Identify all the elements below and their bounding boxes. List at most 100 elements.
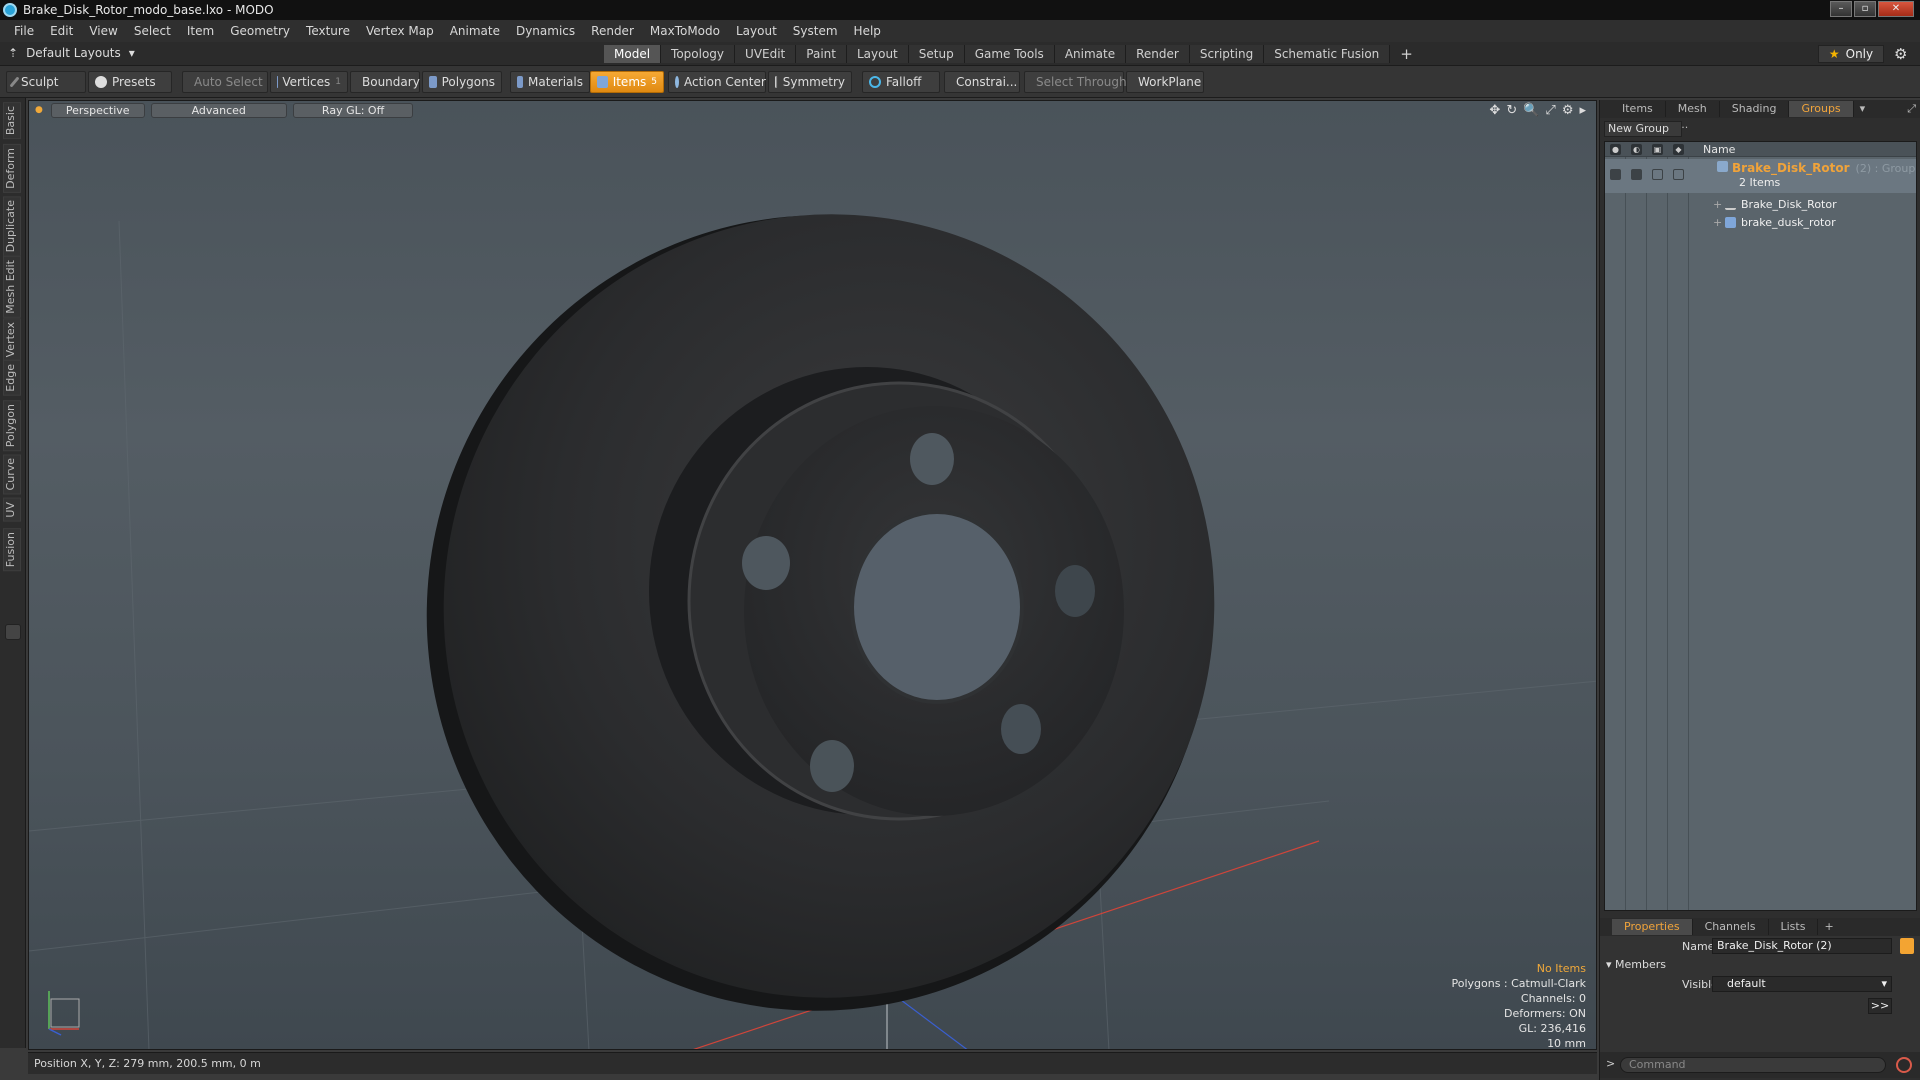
materials-button[interactable]: Materials <box>510 71 590 93</box>
symmetry-button[interactable]: Symmetry <box>768 71 852 93</box>
modo-logo-icon <box>3 3 17 17</box>
eye-icon[interactable]: ● <box>1610 144 1621 155</box>
lock-toggle-icon[interactable] <box>1652 169 1663 180</box>
new-group-button[interactable]: New Group <box>1604 121 1682 137</box>
left-tab-polygon[interactable]: Polygon <box>3 400 21 452</box>
items-button[interactable]: Items 5 <box>590 71 664 93</box>
only-button[interactable]: ★ Only <box>1818 45 1884 63</box>
menu-texture[interactable]: Texture <box>298 24 358 38</box>
layouts-dropdown[interactable]: ⇡ Default Layouts ▾ <box>8 46 135 60</box>
auto-select-button[interactable]: Auto Select <box>182 71 268 93</box>
fit-icon[interactable]: ⤢ <box>1545 103 1555 118</box>
raygl-button[interactable]: Ray GL: Off <box>292 103 414 118</box>
tab-uvedit[interactable]: UVEdit <box>735 45 797 63</box>
minimize-button[interactable]: – <box>1830 1 1852 17</box>
name-field[interactable]: Brake_Disk_Rotor (2) <box>1712 938 1892 954</box>
presets-button[interactable]: Presets <box>88 71 172 93</box>
panel-toggle-button[interactable] <box>5 624 21 640</box>
menu-help[interactable]: Help <box>846 24 889 38</box>
select-through-button[interactable]: Select Through <box>1024 71 1127 93</box>
menu-geometry[interactable]: Geometry <box>222 24 298 38</box>
tab-scripting[interactable]: Scripting <box>1189 45 1265 63</box>
zoom-icon[interactable]: 🔍 <box>1523 103 1539 118</box>
render-toggle-icon[interactable] <box>1631 169 1642 180</box>
action-center-button[interactable]: Action Center <box>668 71 766 93</box>
tree-row-group[interactable]: Brake_Disk_Rotor (2) : Group 2 Items <box>1605 159 1916 193</box>
expand-icon[interactable]: ⤢ <box>1901 101 1920 117</box>
left-tab-deform[interactable]: Deform <box>3 144 21 193</box>
tab-layout[interactable]: Layout <box>846 45 909 63</box>
lock-icon[interactable]: ▣ <box>1652 144 1663 155</box>
left-tab-fusion[interactable]: Fusion <box>3 528 21 572</box>
tab-game-tools[interactable]: Game Tools <box>964 45 1055 63</box>
tab-paint[interactable]: Paint <box>796 45 847 63</box>
render-icon[interactable]: ◐ <box>1631 144 1642 155</box>
tab-schematic-fusion[interactable]: Schematic Fusion <box>1264 45 1391 63</box>
expand-arrow-icon[interactable]: ▸ <box>1579 103 1586 118</box>
polygons-button[interactable]: Polygons <box>422 71 502 93</box>
command-history-icon[interactable] <box>1896 1057 1912 1073</box>
tab-groups[interactable]: Groups <box>1789 101 1854 117</box>
tab-properties[interactable]: Properties <box>1612 919 1693 935</box>
add-tab-button[interactable]: + <box>1390 45 1423 63</box>
left-tab-curve[interactable]: Curve <box>3 454 21 495</box>
maximize-button[interactable]: ▫ <box>1854 1 1876 17</box>
menu-file[interactable]: File <box>6 24 42 38</box>
group-color-swatch[interactable] <box>1900 938 1914 954</box>
menu-edit[interactable]: Edit <box>42 24 81 38</box>
sculpt-button[interactable]: Sculpt <box>6 71 86 93</box>
menu-system[interactable]: System <box>785 24 846 38</box>
menu-render[interactable]: Render <box>583 24 642 38</box>
menu-select[interactable]: Select <box>126 24 179 38</box>
tab-setup[interactable]: Setup <box>908 45 965 63</box>
left-tab-basic[interactable]: Basic <box>3 102 21 140</box>
select-icon[interactable]: ◆ <box>1673 144 1684 155</box>
chevron-down-icon[interactable]: ▾ <box>1854 101 1872 117</box>
menu-vertex-map[interactable]: Vertex Map <box>358 24 442 38</box>
select-toggle-icon[interactable] <box>1673 169 1684 180</box>
tab-channels[interactable]: Channels <box>1693 919 1769 935</box>
scene-render <box>29 214 1596 1049</box>
tab-topology[interactable]: Topology <box>661 45 736 63</box>
command-input[interactable]: Command <box>1620 1057 1886 1073</box>
tab-model[interactable]: Model <box>604 45 662 63</box>
left-tab-mesh-edit[interactable]: Mesh Edit <box>3 256 21 318</box>
viewport-settings-icon[interactable]: ⚙ <box>1562 103 1574 118</box>
falloff-button[interactable]: Falloff <box>862 71 940 93</box>
menu-dynamics[interactable]: Dynamics <box>508 24 583 38</box>
3d-viewport[interactable]: ● Perspective Advanced Ray GL: Off ✥ ↻ 🔍… <box>28 100 1597 1050</box>
menu-animate[interactable]: Animate <box>442 24 508 38</box>
tab-shading[interactable]: Shading <box>1720 101 1790 117</box>
gear-icon[interactable]: ⚙ <box>1894 45 1907 63</box>
more-button[interactable]: >> <box>1868 998 1892 1014</box>
workplane-button[interactable]: WorkPlane <box>1126 71 1204 93</box>
constraints-button[interactable]: Constrai... <box>944 71 1020 93</box>
left-tab-edge[interactable]: Edge <box>3 360 21 396</box>
boundary-button[interactable]: Boundary <box>350 71 420 93</box>
tab-mesh[interactable]: Mesh ... <box>1666 101 1720 131</box>
menu-layout[interactable]: Layout <box>728 24 785 38</box>
left-tab-vertex[interactable]: Vertex <box>3 318 21 362</box>
menu-maxtomodo[interactable]: MaxToModo <box>642 24 728 38</box>
tab-lists[interactable]: Lists <box>1769 919 1819 935</box>
tab-items[interactable]: Items <box>1610 101 1666 117</box>
vertices-button[interactable]: Vertices 1 <box>270 71 348 93</box>
add-tab-button[interactable]: + <box>1818 919 1839 935</box>
tree-row-item[interactable]: + Brake_Disk_Rotor <box>1605 196 1916 214</box>
command-prompt: > <box>1606 1057 1616 1070</box>
close-button[interactable]: ✕ <box>1878 1 1914 17</box>
visibility-toggle-icon[interactable] <box>1610 169 1621 180</box>
tree-row-item[interactable]: + brake_dusk_rotor <box>1605 214 1916 232</box>
menu-view[interactable]: View <box>81 24 125 38</box>
left-tab-uv[interactable]: UV <box>3 498 21 522</box>
tab-render[interactable]: Render <box>1126 45 1190 63</box>
rotate-icon[interactable]: ↻ <box>1506 103 1517 118</box>
advanced-button[interactable]: Advanced <box>150 103 287 118</box>
members-section[interactable]: ▾ Members <box>1606 958 1666 971</box>
menu-item[interactable]: Item <box>179 24 222 38</box>
pan-icon[interactable]: ✥ <box>1489 103 1500 118</box>
view-type-button[interactable]: Perspective <box>50 103 145 118</box>
tab-animate[interactable]: Animate <box>1054 45 1127 63</box>
left-tab-duplicate[interactable]: Duplicate <box>3 196 21 257</box>
visible-select[interactable]: default ▾ <box>1712 976 1892 992</box>
